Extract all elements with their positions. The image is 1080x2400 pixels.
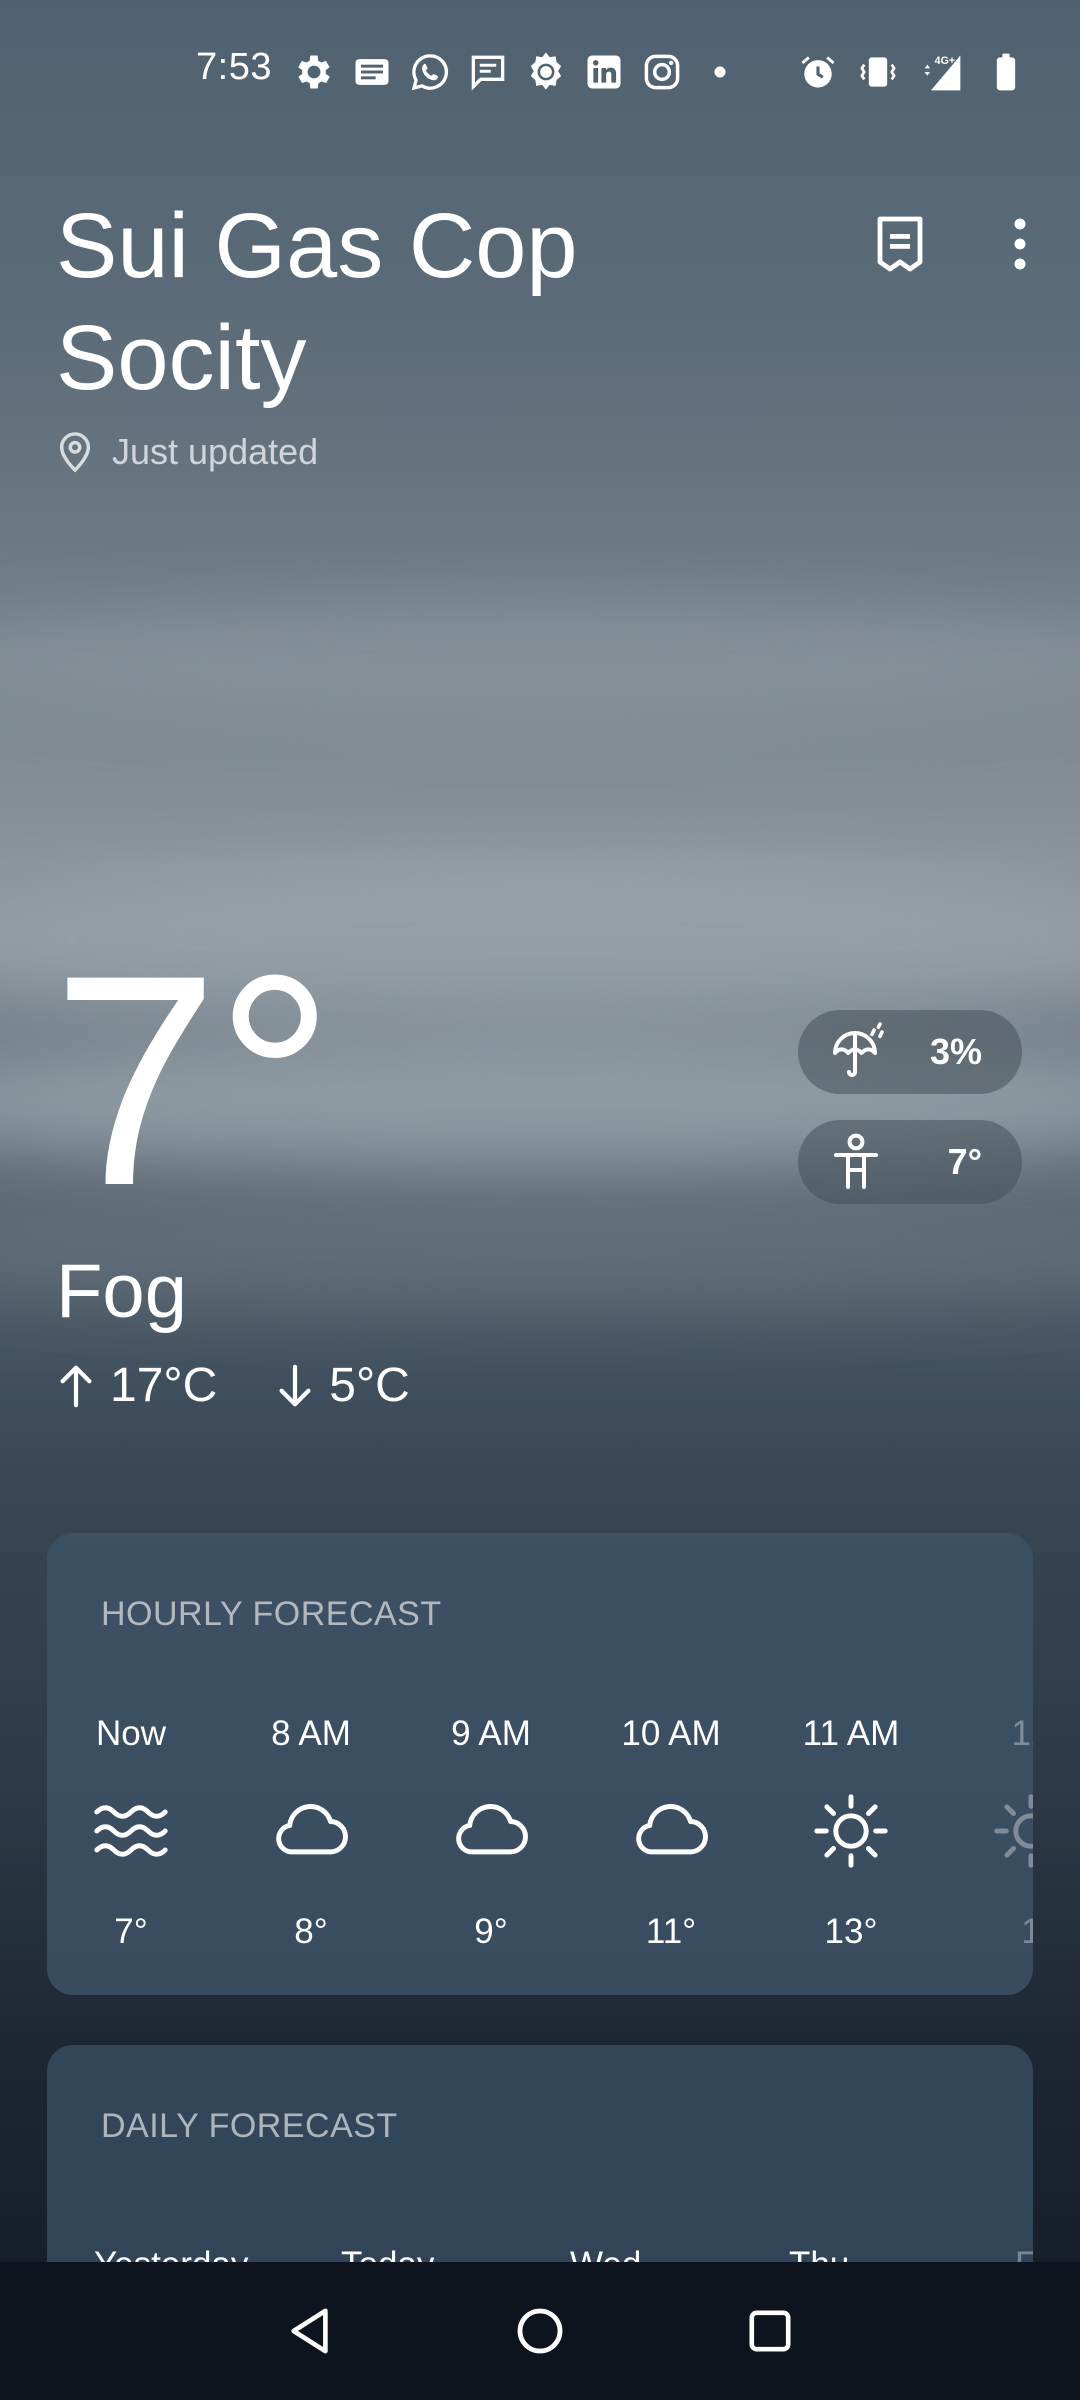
sun-icon <box>814 1794 888 1868</box>
high-temperature-value: 17°C <box>110 1359 218 1412</box>
precipitation-chip[interactable]: 3% <box>798 1010 1022 1094</box>
daily-forecast-title: DAILY FORECAST <box>101 2107 398 2145</box>
hour-label: 11 AM <box>802 1714 900 1753</box>
feels-like-chip[interactable]: 7° <box>798 1120 1022 1204</box>
feels-like-value: 7° <box>947 1141 982 1182</box>
low-temperature: 5°C <box>275 1358 410 1413</box>
current-temperature: 7° <box>52 912 335 1248</box>
fog-icon <box>94 1805 168 1857</box>
hourly-item-now[interactable]: Now 7° <box>56 1713 206 1952</box>
notification-icons <box>292 50 742 94</box>
hour-temperature: 13° <box>824 1912 878 1951</box>
more-notifications-dot-icon <box>714 66 726 78</box>
location-title: Sui Gas Cop Socity <box>56 190 756 414</box>
arrow-up-icon <box>60 1365 92 1407</box>
hour-temperature: 7° <box>114 1912 148 1951</box>
hourly-item-8am[interactable]: 8 AM 8° <box>236 1713 386 1952</box>
cloud-icon <box>456 1804 528 1855</box>
signal-4g-icon: 4G+ <box>924 55 961 91</box>
hour-temperature: 11° <box>645 1912 697 1951</box>
document-icon <box>877 216 923 272</box>
back-button[interactable] <box>280 2301 340 2361</box>
hourly-item-12pm[interactable]: 12 1 <box>956 1713 1033 1952</box>
more-vertical-icon <box>1014 218 1026 270</box>
news-icon <box>355 59 389 85</box>
hour-temperature: 9° <box>474 1912 508 1951</box>
hourly-item-9am[interactable]: 9 AM 9° <box>416 1713 566 1952</box>
vibrate-icon <box>860 57 896 87</box>
system-status-icons: 4G+ <box>796 50 1028 94</box>
hourly-item-11am[interactable]: 11 AM 13° <box>776 1713 926 1952</box>
hour-temperature: 8° <box>294 1912 328 1951</box>
high-low-temperatures: 17°C 5°C <box>56 1358 468 1413</box>
cloud-icon <box>276 1804 348 1855</box>
more-options-button[interactable] <box>1000 208 1040 280</box>
update-status-text: Just updated <box>112 431 319 472</box>
svg-text:4G+: 4G+ <box>935 55 955 67</box>
high-temperature: 17°C <box>56 1358 217 1413</box>
recents-icon <box>749 2310 791 2352</box>
battery-icon <box>996 53 1016 91</box>
location-line-1: Sui Gas Cop <box>56 195 578 297</box>
hour-label: Now <box>95 1714 167 1753</box>
home-button[interactable] <box>510 2301 570 2361</box>
low-temperature-value: 5°C <box>329 1359 410 1412</box>
hourly-forecast-title: HOURLY FORECAST <box>101 1595 442 1633</box>
hourly-forecast-card[interactable]: HOURLY FORECAST Now 7° 8 AM 8° 9 AM 9° 1… <box>47 1533 1033 1995</box>
linkedin-icon <box>587 55 621 89</box>
status-bar: 7:53 4G+ <box>0 0 1080 140</box>
messages-icon <box>471 55 505 91</box>
hour-label: 9 AM <box>451 1714 531 1753</box>
brightness-icon <box>530 52 562 90</box>
hourly-item-10am[interactable]: 10 AM 11° <box>596 1713 746 1952</box>
status-time: 7:53 <box>196 46 272 88</box>
navigation-bar <box>0 2262 1080 2400</box>
recents-button[interactable] <box>740 2301 800 2361</box>
hour-label: 10 AM <box>621 1714 721 1753</box>
whatsapp-icon <box>411 54 449 91</box>
cloud-icon <box>636 1804 708 1855</box>
sun-icon <box>994 1794 1033 1868</box>
back-icon <box>291 2308 328 2354</box>
manage-locations-button[interactable] <box>864 208 936 280</box>
current-condition: Fog <box>56 1249 187 1334</box>
update-status: Just updated <box>56 430 318 474</box>
home-icon <box>517 2308 563 2354</box>
arrow-down-icon <box>279 1364 311 1406</box>
person-icon <box>834 1133 878 1189</box>
header-actions <box>864 208 1040 280</box>
hour-label: 12 <box>1011 1714 1033 1753</box>
precipitation-value: 3% <box>929 1031 982 1072</box>
settings-icon <box>298 55 330 89</box>
alarm-icon <box>801 56 835 88</box>
hour-temperature: 1 <box>1021 1912 1033 1951</box>
hour-label: 8 AM <box>271 1714 351 1753</box>
instagram-icon <box>644 54 680 90</box>
location-pin-icon <box>59 432 91 473</box>
weather-screen: 7:53 4G+ Sui Gas Cop Socity Just updated… <box>0 0 1080 2400</box>
umbrella-rain-icon <box>833 1022 884 1077</box>
location-line-2: Socity <box>56 307 307 409</box>
